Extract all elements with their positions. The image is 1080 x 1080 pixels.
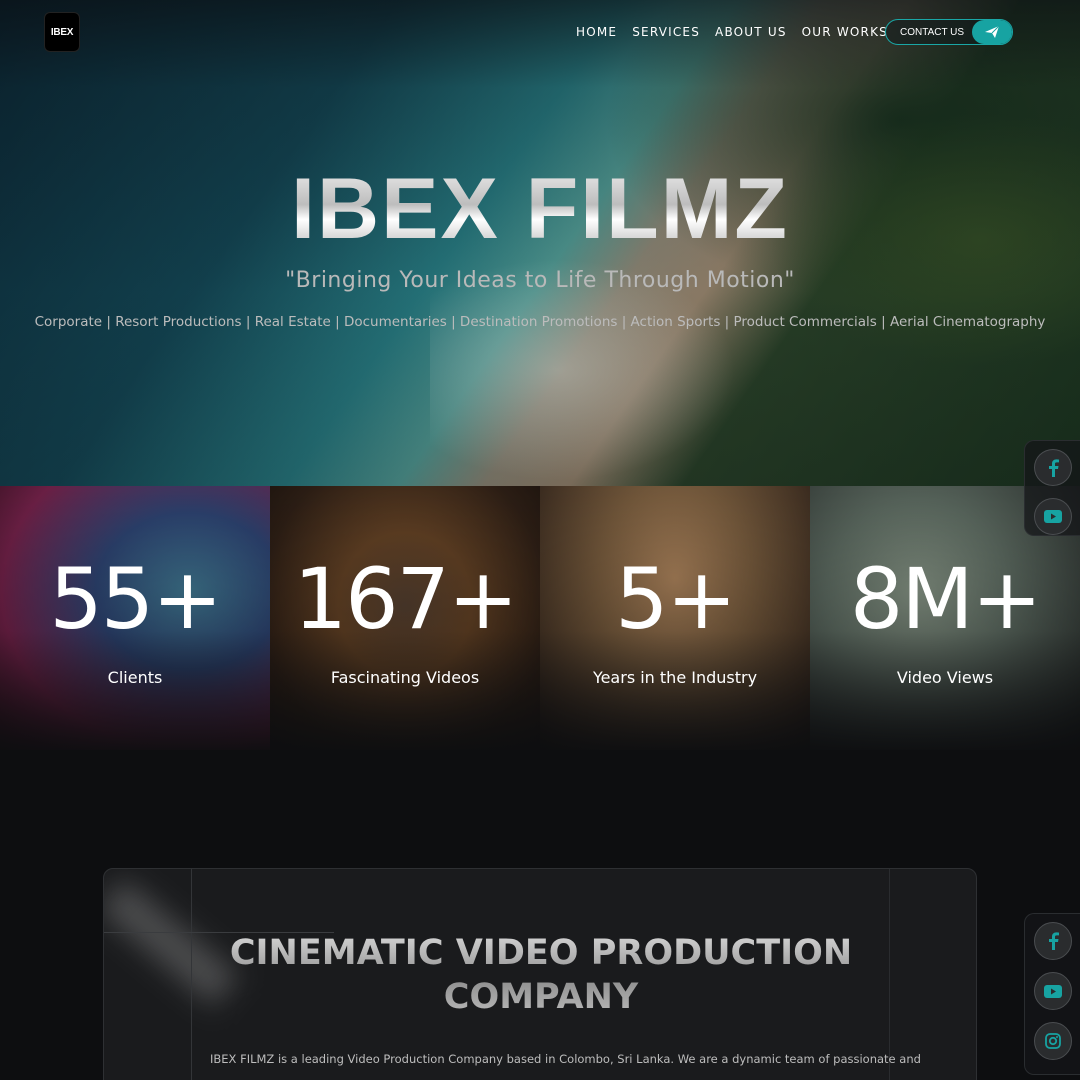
stat-label: Clients bbox=[107, 668, 163, 687]
stat-value: 167+ bbox=[293, 550, 519, 648]
about-title-line2: COMPANY bbox=[443, 977, 639, 1017]
stat-videos: 167+ Fascinating Videos bbox=[270, 486, 540, 750]
about-title-line1: CINEMATIC VIDEO PRODUCTION bbox=[229, 933, 853, 973]
social-rail-bottom bbox=[1024, 913, 1080, 1075]
stat-value: 55+ bbox=[49, 550, 222, 648]
contact-us-button[interactable]: CONTACT US bbox=[885, 19, 1013, 45]
logo-text: IBEX bbox=[50, 26, 74, 38]
hero-services-list: Corporate | Resort Productions | Real Es… bbox=[34, 314, 1046, 330]
facebook-icon[interactable] bbox=[1033, 449, 1072, 486]
nav-services[interactable]: SERVICES bbox=[632, 24, 700, 40]
youtube-icon[interactable] bbox=[1033, 498, 1072, 535]
facebook-icon[interactable] bbox=[1033, 922, 1072, 960]
youtube-icon[interactable] bbox=[1033, 972, 1072, 1010]
stat-label: Fascinating Videos bbox=[330, 668, 480, 687]
about-title: CINEMATIC VIDEO PRODUCTION COMPANY bbox=[104, 931, 976, 1019]
hero-title: IBEX FILMZ bbox=[0, 160, 1080, 259]
stat-label: Years in the Industry bbox=[592, 668, 758, 687]
stat-clients: 55+ Clients bbox=[0, 486, 270, 750]
hero-tagline: "Bringing Your Ideas to Life Through Mot… bbox=[285, 268, 795, 293]
contact-us-label: CONTACT US bbox=[900, 26, 965, 38]
social-rail-top bbox=[1024, 440, 1080, 536]
paper-plane-icon bbox=[971, 20, 1012, 44]
about-card: CINEMATIC VIDEO PRODUCTION COMPANY IBEX … bbox=[103, 868, 977, 1080]
nav-home[interactable]: HOME bbox=[576, 24, 617, 40]
nav-about-us[interactable]: ABOUT US bbox=[715, 24, 787, 40]
hero-section: IBEX HOME SERVICES ABOUT US OUR WORKS CO… bbox=[0, 0, 1080, 486]
instagram-icon[interactable] bbox=[1033, 1022, 1072, 1060]
ibex-logo[interactable]: IBEX bbox=[44, 12, 80, 52]
stat-years: 5+ Years in the Industry bbox=[540, 486, 810, 750]
stat-value: 8M+ bbox=[849, 550, 1042, 648]
nav-our-works[interactable]: OUR WORKS bbox=[802, 24, 888, 40]
main-nav: HOME SERVICES ABOUT US OUR WORKS bbox=[576, 24, 888, 40]
stat-label: Video Views bbox=[896, 668, 994, 687]
stats-section: 55+ Clients 167+ Fascinating Videos 5+ Y… bbox=[0, 486, 1080, 750]
about-text: IBEX FILMZ is a leading Video Production… bbox=[210, 1052, 921, 1066]
stat-value: 5+ bbox=[615, 550, 737, 648]
